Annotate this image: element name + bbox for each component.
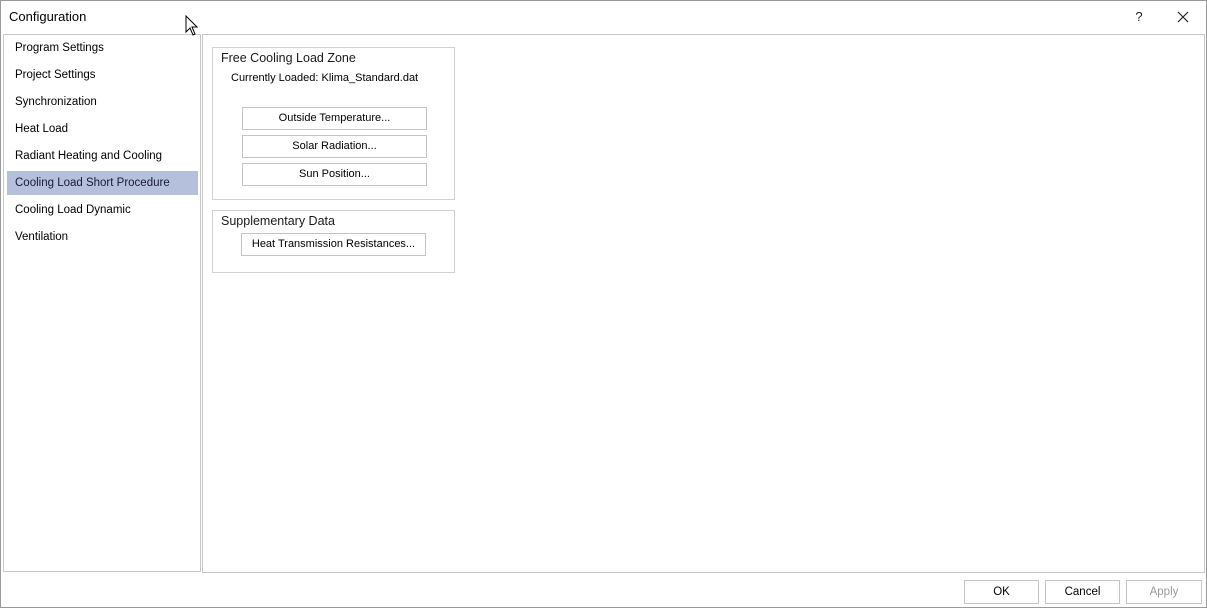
- configuration-dialog: Configuration ? Program Settings Project…: [0, 0, 1207, 608]
- currently-loaded-text: Currently Loaded: Klima_Standard.dat: [231, 72, 419, 84]
- sidebar-item-heat-load[interactable]: Heat Load: [7, 117, 198, 141]
- sidebar-item-synchronization[interactable]: Synchronization: [7, 90, 198, 114]
- sidebar-item-ventilation[interactable]: Ventilation: [7, 225, 198, 249]
- cancel-button[interactable]: Cancel: [1045, 580, 1120, 604]
- solar-radiation-button[interactable]: Solar Radiation...: [242, 135, 427, 158]
- sidebar-item-cooling-load-short-procedure[interactable]: Cooling Load Short Procedure: [7, 171, 198, 195]
- group-title-free-cooling-load-zone: Free Cooling Load Zone: [221, 51, 356, 65]
- outside-temperature-button[interactable]: Outside Temperature...: [242, 107, 427, 130]
- sidebar-item-cooling-load-dynamic[interactable]: Cooling Load Dynamic: [7, 198, 198, 222]
- title-bar: Configuration ?: [1, 1, 1206, 32]
- sidebar-item-program-settings[interactable]: Program Settings: [7, 36, 198, 60]
- help-button[interactable]: ?: [1123, 1, 1155, 32]
- sun-position-button[interactable]: Sun Position...: [242, 163, 427, 186]
- settings-content-panel: Free Cooling Load Zone Currently Loaded:…: [202, 34, 1205, 573]
- ok-button[interactable]: OK: [964, 580, 1039, 604]
- mouse-pointer-icon: [185, 15, 199, 36]
- apply-button[interactable]: Apply: [1126, 580, 1202, 604]
- group-title-supplementary-data: Supplementary Data: [221, 214, 335, 228]
- sidebar-item-project-settings[interactable]: Project Settings: [7, 63, 198, 87]
- settings-navigation: Program Settings Project Settings Synchr…: [3, 34, 201, 572]
- close-button[interactable]: [1161, 1, 1205, 32]
- supplementary-data-group: Supplementary Data Heat Transmission Res…: [212, 210, 455, 273]
- heat-transmission-resistances-button[interactable]: Heat Transmission Resistances...: [241, 233, 426, 256]
- close-icon: [1177, 11, 1189, 22]
- sidebar-item-radiant-heating-cooling[interactable]: Radiant Heating and Cooling: [7, 144, 198, 168]
- window-title: Configuration: [9, 9, 87, 24]
- free-cooling-load-zone-group: Free Cooling Load Zone Currently Loaded:…: [212, 47, 455, 200]
